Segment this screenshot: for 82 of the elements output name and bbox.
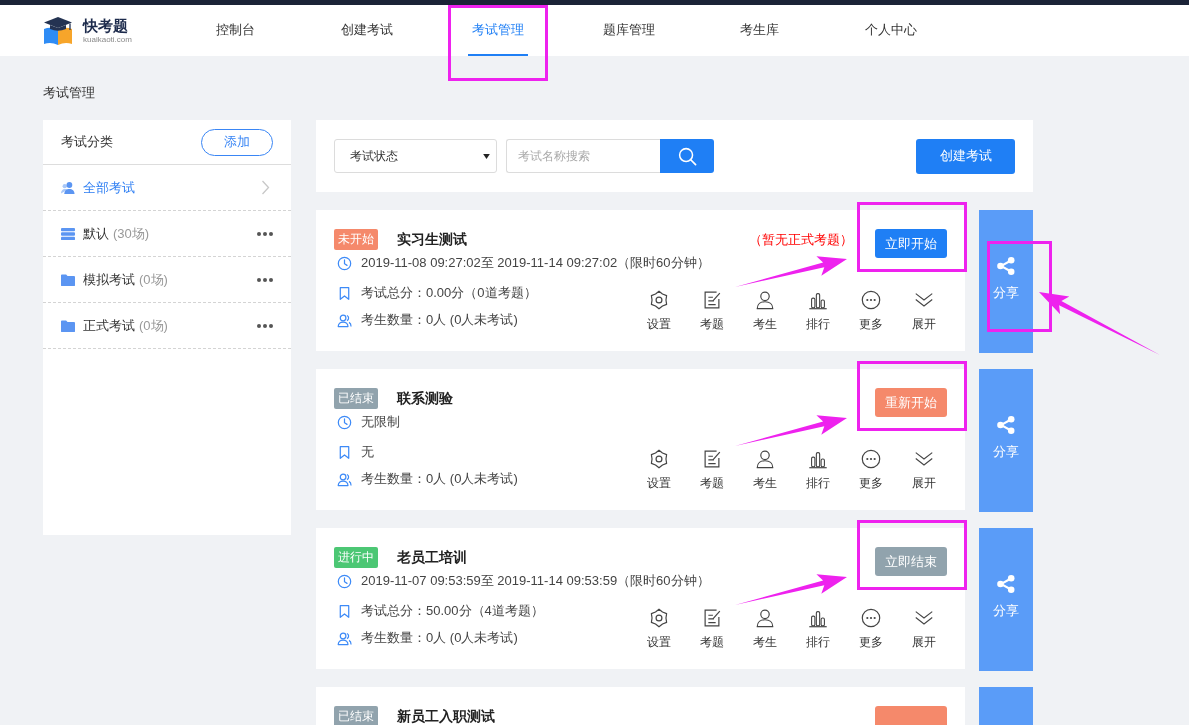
more-dots-icon[interactable] xyxy=(257,323,273,328)
tool-button[interactable]: 考题 xyxy=(685,289,738,331)
add-button[interactable]: 添加 xyxy=(201,128,273,156)
page-title: 考试管理 xyxy=(43,84,95,102)
status-select[interactable]: 考试状态 xyxy=(334,139,497,173)
caret-down-icon xyxy=(483,153,490,159)
folder-icon xyxy=(61,272,75,287)
status-badge: 进行中 xyxy=(334,547,378,568)
exam-period: 2019-11-07 09:53:59至 2019-11-14 09:53:59（限时60分钟） xyxy=(361,572,710,590)
exam-period: 2019-11-08 09:27:02至 2019-11-14 09:27:02（限时60分钟） xyxy=(361,254,710,272)
exam-title: 联系测验 xyxy=(397,389,453,408)
search-button[interactable] xyxy=(660,139,714,173)
tool-button[interactable]: 展开 xyxy=(897,289,950,331)
status-badge: 已结束 xyxy=(334,388,378,409)
category-item[interactable]: 全部考试 xyxy=(43,165,291,211)
tool-button[interactable]: 展开 xyxy=(897,607,950,649)
bookmark-icon xyxy=(337,603,352,619)
more-icon xyxy=(859,289,882,311)
graduation-book-icon xyxy=(42,15,74,46)
tool-button[interactable]: 考生 xyxy=(738,607,791,649)
share-icon xyxy=(996,414,1016,435)
nav-tab[interactable]: 题库管理 xyxy=(598,5,659,56)
nav-tab[interactable]: 控制台 xyxy=(212,5,259,56)
category-item[interactable]: 正式考试 (0场) xyxy=(43,303,291,349)
tool-button[interactable]: 考题 xyxy=(685,607,738,649)
exam-title: 新员工入职测试 xyxy=(397,707,495,725)
examinee-count: 考生数量：0人 (0人未考试) xyxy=(361,311,518,329)
chevron-right-icon xyxy=(261,180,270,195)
exam-period: 无限制 xyxy=(361,413,400,431)
search-icon xyxy=(677,146,697,166)
tool-button[interactable]: 设置 xyxy=(632,289,685,331)
nav-tab[interactable]: 考试管理 xyxy=(467,5,528,56)
nav-tab[interactable]: 考生库 xyxy=(736,5,783,56)
bookmark-icon xyxy=(337,444,352,460)
tool-button[interactable]: 考生 xyxy=(738,448,791,490)
logo-domain: kuaikaoti.com xyxy=(83,34,132,45)
status-badge: 未开始 xyxy=(334,229,378,250)
status-badge: 已结束 xyxy=(334,706,378,725)
start-button[interactable]: 立即开始 xyxy=(875,229,947,258)
category-item[interactable]: 默认 (30场) xyxy=(43,211,291,257)
panel-title: 考试分类 xyxy=(61,133,113,151)
users-icon xyxy=(61,180,75,195)
logo-text: 快考题 xyxy=(83,16,129,35)
exam-title: 老员工培训 xyxy=(397,548,467,567)
tool-button[interactable]: 排行 xyxy=(791,289,844,331)
tool-button[interactable]: 更多 xyxy=(844,448,897,490)
clock-icon xyxy=(337,573,352,589)
more-icon xyxy=(859,448,882,470)
exam-score: 考试总分：0.00分（0道考题） xyxy=(361,284,537,302)
tool-button[interactable]: 考题 xyxy=(685,448,738,490)
tool-button[interactable]: 设置 xyxy=(632,448,685,490)
examinee-count: 考生数量：0人 (0人未考试) xyxy=(361,470,518,488)
tool-button[interactable]: 更多 xyxy=(844,289,897,331)
exam-score: 无 xyxy=(361,443,374,461)
folder-icon xyxy=(61,318,75,333)
more-dots-icon[interactable] xyxy=(257,277,273,282)
nav-tab[interactable]: 个人中心 xyxy=(860,5,921,56)
tool-button[interactable]: 更多 xyxy=(844,607,897,649)
users-icon xyxy=(337,630,352,646)
category-item[interactable]: 模拟考试 (0场) xyxy=(43,257,291,303)
search-field[interactable]: 考试名称搜索 xyxy=(506,139,660,173)
clock-icon xyxy=(337,255,352,271)
create-exam-button[interactable]: 创建考试 xyxy=(916,138,1015,174)
tool-button[interactable]: 设置 xyxy=(632,607,685,649)
users-icon xyxy=(337,312,352,328)
nav-tab[interactable]: 创建考试 xyxy=(336,5,397,56)
tool-button[interactable]: 展开 xyxy=(897,448,950,490)
tool-button[interactable]: 排行 xyxy=(791,607,844,649)
share-icon xyxy=(996,573,1016,594)
tool-button[interactable]: 排行 xyxy=(791,448,844,490)
more-icon xyxy=(859,607,882,629)
tool-button[interactable]: 考生 xyxy=(738,289,791,331)
stack-icon xyxy=(61,226,75,241)
share-icon xyxy=(996,255,1016,276)
more-dots-icon[interactable] xyxy=(257,231,273,236)
clock-icon xyxy=(337,414,352,430)
examinee-count: 考生数量：0人 (0人未考试) xyxy=(361,629,518,647)
bookmark-icon xyxy=(337,285,352,301)
exam-score: 考试总分：50.00分（4道考题） xyxy=(361,602,544,620)
exam-note: （暂无正式考题） xyxy=(749,231,853,249)
exam-title: 实习生测试 xyxy=(397,230,467,249)
users-icon xyxy=(337,471,352,487)
